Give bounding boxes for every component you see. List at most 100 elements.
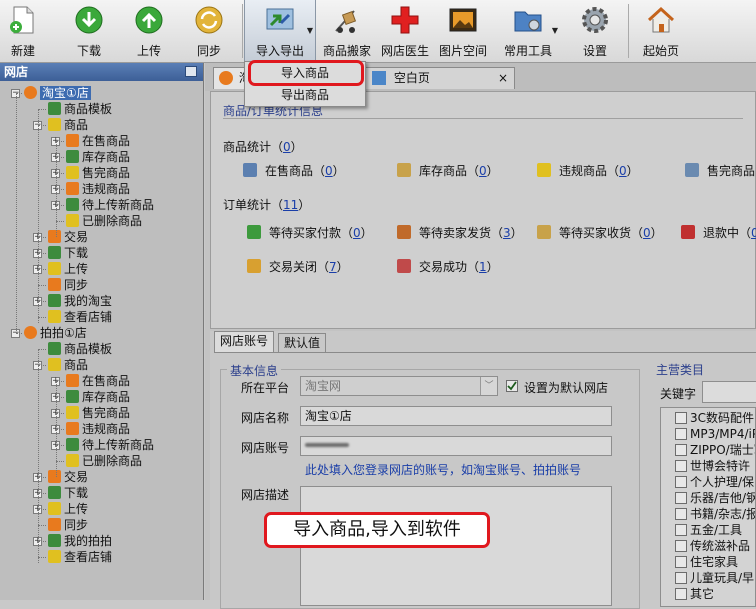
chevron-down-icon[interactable]: ﹀ bbox=[480, 377, 497, 395]
tree-item[interactable]: 已删除商品 bbox=[66, 453, 142, 469]
tree-item[interactable]: 已删除商品 bbox=[66, 213, 142, 229]
redacted-value bbox=[305, 443, 349, 447]
tree-item[interactable]: 待上传新商品 bbox=[66, 437, 154, 453]
tree-node-icon bbox=[66, 150, 79, 163]
platform-select[interactable]: 淘宝网 ﹀ bbox=[300, 376, 498, 396]
tree-item[interactable]: 淘宝①店 bbox=[24, 85, 91, 101]
category-checkbox[interactable] bbox=[675, 508, 687, 520]
close-tab-icon[interactable]: × bbox=[498, 68, 508, 88]
stat-count-link[interactable]: 0 bbox=[643, 226, 651, 240]
category-item[interactable]: 传统滋补品 bbox=[675, 538, 750, 554]
tree-item[interactable]: 库存商品 bbox=[66, 149, 130, 165]
category-item[interactable]: ZIPPO/瑞士军 bbox=[675, 442, 755, 458]
category-item[interactable]: 个人护理/保 bbox=[675, 474, 754, 490]
stat-count-link[interactable]: 3 bbox=[503, 226, 511, 240]
import-export-button[interactable]: 导入导出 ▼ bbox=[244, 0, 316, 62]
tree-item[interactable]: 上传 bbox=[48, 501, 88, 517]
tree-item[interactable]: 在售商品 bbox=[66, 133, 130, 149]
tree-item[interactable]: 待上传新商品 bbox=[66, 197, 154, 213]
shop-name-input[interactable]: 淘宝①店 bbox=[300, 406, 612, 426]
menu-item-export-goods[interactable]: 导出商品 bbox=[245, 85, 365, 105]
pin-icon[interactable] bbox=[185, 66, 197, 77]
tree-item[interactable]: 同步 bbox=[48, 277, 88, 293]
tree-item[interactable]: 查看店铺 bbox=[48, 549, 112, 565]
paren: ） bbox=[650, 226, 663, 240]
stat-count-link[interactable]: 0 bbox=[751, 226, 756, 240]
stat-count-link[interactable]: 0 bbox=[619, 164, 627, 178]
category-item[interactable]: 世博会特许 bbox=[675, 458, 750, 474]
tree-item[interactable]: 售完商品 bbox=[66, 165, 130, 181]
download-button[interactable]: 下载 bbox=[60, 0, 118, 62]
stat-count-link[interactable]: 7 bbox=[329, 260, 337, 274]
tree-node-icon bbox=[48, 502, 61, 515]
tree-node-icon bbox=[66, 198, 79, 211]
picture-space-button[interactable]: 图片空间 bbox=[434, 0, 492, 62]
stat-count-link[interactable]: 0 bbox=[325, 164, 333, 178]
tree-item[interactable]: 同步 bbox=[48, 517, 88, 533]
tab-shop-account[interactable]: 网店账号 bbox=[214, 331, 275, 353]
orders-count-link[interactable]: 11 bbox=[283, 198, 298, 212]
category-checkbox[interactable] bbox=[675, 476, 687, 488]
category-item[interactable]: 住宅家具 bbox=[675, 554, 738, 570]
sync-button[interactable]: 同步 bbox=[180, 0, 238, 62]
tree-item[interactable]: 违规商品 bbox=[66, 421, 130, 437]
category-checkbox[interactable] bbox=[675, 572, 687, 584]
move-goods-button[interactable]: 商品搬家 bbox=[318, 0, 376, 62]
shop-name-label: 网店名称 bbox=[241, 411, 290, 425]
upload-button[interactable]: 上传 bbox=[120, 0, 178, 62]
tree-item[interactable]: 售完商品 bbox=[66, 405, 130, 421]
category-item[interactable]: 五金/工具 bbox=[675, 522, 742, 538]
tree-item[interactable]: 下载 bbox=[48, 485, 88, 501]
tree-connector bbox=[38, 317, 46, 318]
tree-connector bbox=[56, 141, 64, 142]
tree-item[interactable]: 我的拍拍 bbox=[48, 533, 112, 549]
tree-item[interactable]: 商品 bbox=[48, 357, 88, 373]
new-button[interactable]: 新建 bbox=[0, 0, 46, 62]
stat-item: 等待买家付款（0） bbox=[269, 224, 373, 241]
category-checkbox[interactable] bbox=[675, 556, 687, 568]
category-item[interactable]: 书籍/杂志/报 bbox=[675, 506, 755, 522]
tree-item[interactable]: 违规商品 bbox=[66, 181, 130, 197]
account-input[interactable] bbox=[300, 436, 612, 456]
tree-item[interactable]: 交易 bbox=[48, 229, 88, 245]
tree-item[interactable]: 上传 bbox=[48, 261, 88, 277]
tree-item[interactable]: 商品模板 bbox=[48, 101, 112, 117]
tab-label: 空白页 bbox=[393, 71, 430, 85]
tree-item[interactable]: 库存商品 bbox=[66, 389, 130, 405]
tree-item[interactable]: 交易 bbox=[48, 469, 88, 485]
stat-count-link[interactable]: 0 bbox=[479, 164, 487, 178]
category-checkbox[interactable] bbox=[675, 524, 687, 536]
tree-item[interactable]: 商品模板 bbox=[48, 341, 112, 357]
category-item[interactable]: 儿童玩具/早 bbox=[675, 570, 754, 586]
tree-item[interactable]: 查看店铺 bbox=[48, 309, 112, 325]
goods-count-link[interactable]: 0 bbox=[283, 140, 291, 154]
tree-item[interactable]: 在售商品 bbox=[66, 373, 130, 389]
default-shop-checkbox[interactable] bbox=[506, 380, 518, 392]
category-checkbox[interactable] bbox=[675, 492, 687, 504]
toolbar-label: 上传 bbox=[136, 44, 161, 58]
home-button[interactable]: 起始页 bbox=[632, 0, 690, 62]
tab-default-values[interactable]: 默认值 bbox=[278, 333, 327, 353]
keyword-input[interactable] bbox=[702, 381, 756, 403]
category-checkbox[interactable] bbox=[675, 540, 687, 552]
shop-doctor-button[interactable]: 网店医生 bbox=[376, 0, 434, 62]
category-item[interactable]: MP3/MP4/iPo bbox=[675, 426, 755, 442]
category-checkbox[interactable] bbox=[675, 412, 687, 424]
tree-item[interactable]: 下载 bbox=[48, 245, 88, 261]
category-checkbox[interactable] bbox=[675, 428, 687, 440]
tree-item[interactable]: 商品 bbox=[48, 117, 88, 133]
category-item[interactable]: 乐器/吉他/钢 bbox=[675, 490, 755, 506]
stat-count-link[interactable]: 0 bbox=[353, 226, 361, 240]
category-item[interactable]: 3C数码配件 bbox=[675, 410, 754, 426]
tab-blank-page[interactable]: 空白页 × bbox=[365, 67, 515, 89]
category-checkbox[interactable] bbox=[675, 460, 687, 472]
category-checkbox[interactable] bbox=[675, 444, 687, 456]
goods-stat-row: 商品统计（0） bbox=[223, 138, 303, 155]
stat-count-link[interactable]: 1 bbox=[479, 260, 487, 274]
tree-item[interactable]: 我的淘宝 bbox=[48, 293, 112, 309]
tree-item[interactable]: 拍拍①店 bbox=[24, 325, 87, 341]
tools-button[interactable]: 常用工具 ▼ bbox=[496, 0, 560, 62]
settings-button[interactable]: 设置 bbox=[566, 0, 624, 62]
category-checkbox[interactable] bbox=[675, 588, 687, 600]
tree-item-label: 在售商品 bbox=[82, 374, 131, 388]
